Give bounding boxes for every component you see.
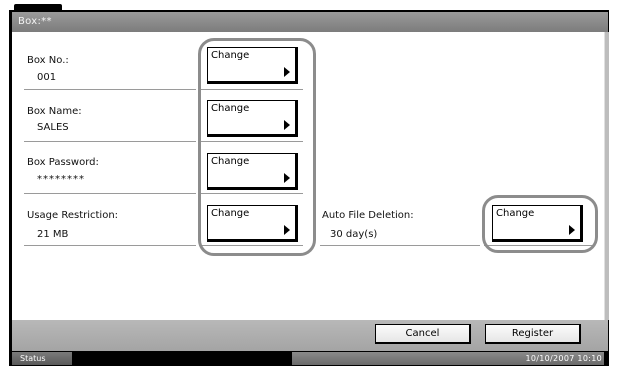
auto-file-deletion-separator bbox=[320, 245, 480, 246]
box-name-label: Box Name: bbox=[27, 106, 82, 117]
usage-restriction-value: 21 MB bbox=[37, 229, 69, 240]
window-title: Box:** bbox=[18, 16, 52, 27]
box-name-separator bbox=[24, 141, 196, 142]
auto-deletion-highlight-ring bbox=[482, 195, 598, 253]
box-no-label: Box No.: bbox=[27, 55, 69, 66]
box-no-separator bbox=[24, 89, 196, 90]
cancel-button[interactable]: Cancel bbox=[375, 324, 471, 344]
status-button[interactable]: Status bbox=[12, 352, 72, 365]
box-password-separator bbox=[24, 193, 196, 194]
register-button[interactable]: Register bbox=[485, 324, 581, 344]
box-no-value: 001 bbox=[37, 72, 57, 83]
auto-file-deletion-label: Auto File Deletion: bbox=[322, 210, 414, 221]
datetime-display: 10/10/2007 10:10 bbox=[525, 354, 602, 363]
box-name-value: SALES bbox=[37, 122, 69, 133]
scrollbar-track bbox=[604, 32, 609, 320]
box-detail-screen: Box:** Box No.: 001 Change Box Name: SAL… bbox=[0, 0, 618, 371]
change-buttons-highlight-ring bbox=[198, 38, 316, 256]
title-bar bbox=[12, 12, 608, 32]
box-password-label: Box Password: bbox=[27, 157, 99, 168]
usage-restriction-label: Usage Restriction: bbox=[27, 210, 119, 221]
box-password-value: ******** bbox=[37, 174, 85, 185]
usage-restriction-separator bbox=[24, 245, 196, 246]
auto-file-deletion-value: 30 day(s) bbox=[330, 229, 378, 240]
